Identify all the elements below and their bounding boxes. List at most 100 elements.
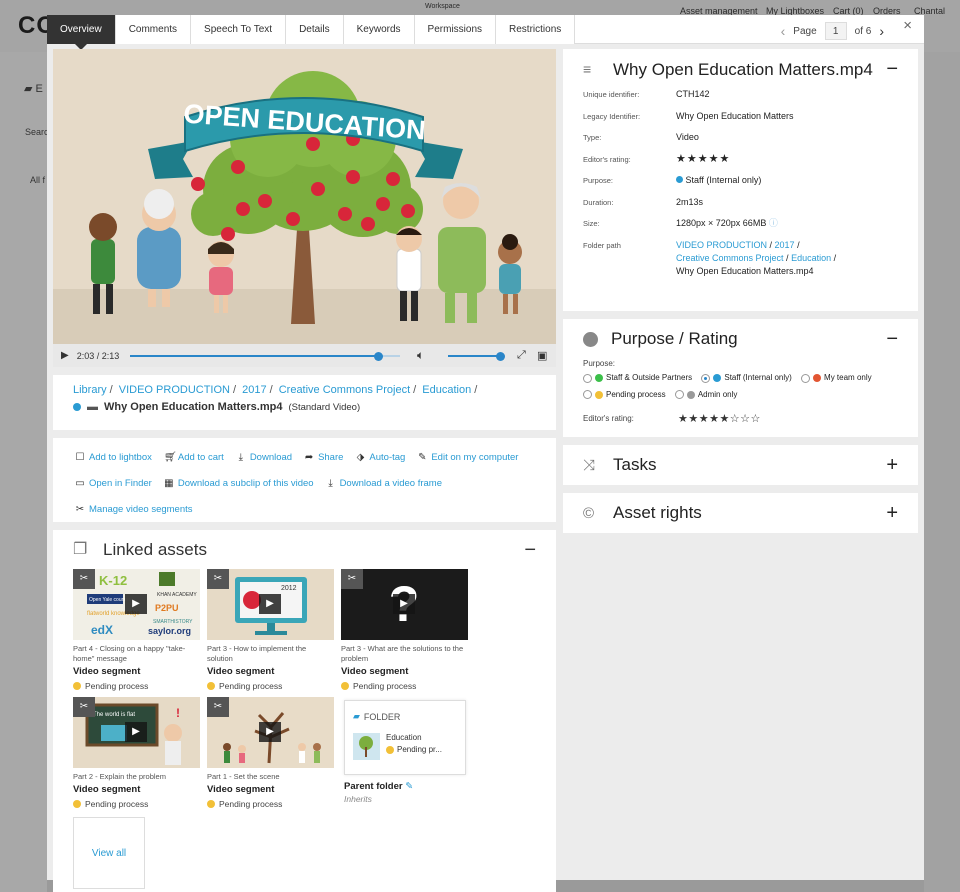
asset-info-panel: ≡ Why Open Education Matters.mp4 − Uniqu… xyxy=(563,49,918,311)
meta-row-uid: Unique identifier: CTH142 xyxy=(583,89,710,99)
path-creative-commons[interactable]: Creative Commons Project xyxy=(676,253,784,263)
asset-type: Video segment xyxy=(341,666,409,677)
purpose-rating-header[interactable]: Purpose / Rating − xyxy=(583,328,898,351)
asset-thumbnail: 2012 ✂ ▶ xyxy=(207,569,334,640)
linked-assets-header[interactable]: ❐ Linked assets − xyxy=(73,539,536,562)
monitor-icon: ▭ xyxy=(75,477,85,489)
svg-text:SMARTHISTORY: SMARTHISTORY xyxy=(153,619,193,625)
asset-type: Video segment xyxy=(207,666,275,677)
tab-permissions[interactable]: Permissions xyxy=(414,15,497,44)
linked-asset-card[interactable]: The world is flat ! ✂ ▶ Part 2 - Explain… xyxy=(73,697,200,809)
tab-details[interactable]: Details xyxy=(286,15,344,44)
asset-status: Pending process xyxy=(73,799,200,809)
folder-icon: ▰ xyxy=(353,711,360,721)
linked-asset-card[interactable]: 2012 ✂ ▶ Part 3 - How to implement the s… xyxy=(207,569,334,691)
manage-segments-button[interactable]: ✂ Manage video segments xyxy=(75,504,193,515)
purpose-option-team[interactable]: My team only xyxy=(801,371,872,385)
tab-overview[interactable]: Overview xyxy=(47,15,116,50)
purpose-option-internal[interactable]: Staff (Internal only) xyxy=(701,371,792,385)
tag-icon: ⬗ xyxy=(356,451,365,463)
breadcrumb-creative-commons[interactable]: Creative Commons Project xyxy=(279,384,410,396)
collapse-icon[interactable]: − xyxy=(886,59,898,80)
radio-button[interactable] xyxy=(583,373,592,383)
radio-button[interactable] xyxy=(583,390,592,399)
path-education[interactable]: Education xyxy=(791,253,831,263)
asset-type: Video segment xyxy=(73,666,141,677)
parent-folder-card[interactable]: ▰ FOLDER Education Pending pr... xyxy=(344,700,466,775)
volume-slider[interactable] xyxy=(448,351,505,361)
rating-input[interactable]: ★★★★★☆☆☆ xyxy=(678,412,761,425)
scissors-icon: ✂ xyxy=(341,569,363,589)
film-icon: ▦ xyxy=(164,477,174,489)
seek-bar[interactable] xyxy=(130,351,400,361)
download-subclip-button[interactable]: ▦ Download a subclip of this video xyxy=(164,477,313,489)
auto-tag-button[interactable]: ⬗ Auto-tag xyxy=(355,451,406,463)
asset-rights-panel[interactable]: © Asset rights + xyxy=(563,493,918,533)
pencil-icon[interactable]: ✎ xyxy=(405,781,413,792)
captions-off-icon[interactable]: ▣ xyxy=(537,349,547,362)
play-icon[interactable]: ▶ xyxy=(61,350,69,361)
meta-row-rating: Editor's rating: ★★★★★ xyxy=(583,153,898,175)
seek-knob[interactable] xyxy=(373,351,383,361)
play-icon[interactable]: ▶ xyxy=(259,722,281,742)
view-all-button[interactable]: View all xyxy=(73,817,145,889)
meta-row-legacy: Legacy Identifier: Why Open Education Mat… xyxy=(583,110,794,121)
collapse-icon[interactable]: − xyxy=(886,328,898,351)
download-frame-button[interactable]: ⤓ Download a video frame xyxy=(326,478,442,489)
play-icon[interactable]: ▶ xyxy=(393,594,415,614)
add-to-cart-button[interactable]: 🛒︎ Add to cart xyxy=(164,452,224,463)
breadcrumb-2017[interactable]: 2017 xyxy=(242,384,266,396)
breadcrumb-video-production[interactable]: VIDEO PRODUCTION xyxy=(119,384,230,396)
play-icon[interactable]: ▶ xyxy=(259,594,281,614)
prev-page-icon[interactable]: ‹ xyxy=(781,23,786,39)
breadcrumb-library[interactable]: Library xyxy=(73,384,107,396)
expand-icon[interactable]: + xyxy=(886,502,898,525)
play-icon[interactable]: ▶ xyxy=(125,594,147,614)
linked-asset-card[interactable]: K-12 KHAN ACADEMY Open Yale courses P2PU… xyxy=(73,569,200,691)
path-video-production[interactable]: VIDEO PRODUCTION xyxy=(676,240,767,250)
purpose-option-pending[interactable]: Pending process xyxy=(583,388,666,402)
fullscreen-icon[interactable]: ⤢ xyxy=(517,349,526,362)
close-icon[interactable]: × xyxy=(903,17,912,34)
folder-icon: ▬ xyxy=(87,401,98,413)
collapse-icon[interactable]: − xyxy=(524,539,536,562)
radio-button[interactable] xyxy=(701,373,711,383)
sidebar-search-label: Searc xyxy=(25,127,49,137)
linked-asset-card[interactable]: ✂ ▶ Part 1 - Set the scene Video segment… xyxy=(207,697,334,809)
sidebar-all-filter[interactable]: All f xyxy=(30,175,45,185)
asset-info-header[interactable]: ≡ Why Open Education Matters.mp4 − xyxy=(583,59,898,80)
purpose-option-admin[interactable]: Admin only xyxy=(674,388,737,402)
tab-speech-to-text[interactable]: Speech To Text xyxy=(191,15,287,44)
tab-comments[interactable]: Comments xyxy=(115,15,192,44)
svg-text:The world is flat: The world is flat xyxy=(93,712,135,718)
status-dot xyxy=(207,682,215,690)
play-icon[interactable]: ▶ xyxy=(125,722,147,742)
open-in-finder-button[interactable]: ▭ Open in Finder xyxy=(75,478,152,489)
purpose-label: Purpose: xyxy=(583,359,616,368)
download-button[interactable]: ⤓ Download xyxy=(236,452,292,463)
page-number-input[interactable]: 1 xyxy=(824,22,847,40)
volume-icon[interactable]: 🔈︎ xyxy=(417,348,424,363)
pager: ‹ Page 1 of 6 › xyxy=(781,22,884,40)
tab-restrictions[interactable]: Restrictions xyxy=(496,15,576,44)
purpose-option-partners[interactable]: Staff & Outside Partners xyxy=(583,371,692,385)
sidebar-row-e[interactable]: ▰ E xyxy=(24,82,43,95)
share-button[interactable]: ➦ Share xyxy=(304,452,344,463)
info-icon[interactable]: ⓘ xyxy=(769,218,778,228)
expand-icon[interactable]: + xyxy=(886,454,898,477)
radio-button[interactable] xyxy=(674,390,684,399)
next-page-icon[interactable]: › xyxy=(879,23,884,39)
breadcrumb-education[interactable]: Education xyxy=(422,384,471,396)
path-2017[interactable]: 2017 xyxy=(775,240,795,250)
cart-icon: 🛒︎ xyxy=(163,451,177,463)
scissors-icon: ✂ xyxy=(207,569,229,589)
add-to-lightbox-button[interactable]: ☐ Add to lightbox xyxy=(75,452,152,463)
radio-button[interactable] xyxy=(801,373,811,383)
tasks-panel[interactable]: ⤨ Tasks + xyxy=(563,445,918,485)
video-time: 2:03 / 2:13 xyxy=(76,350,120,361)
edit-on-computer-button[interactable]: ✎ Edit on my computer xyxy=(417,452,518,463)
tab-keywords[interactable]: Keywords xyxy=(343,15,415,44)
linked-asset-card[interactable]: ? ✂ ▶ Part 3 - What are the solutions to… xyxy=(341,569,468,691)
volume-knob[interactable] xyxy=(495,351,505,361)
video-player[interactable]: OPEN EDUCATION xyxy=(53,49,556,344)
